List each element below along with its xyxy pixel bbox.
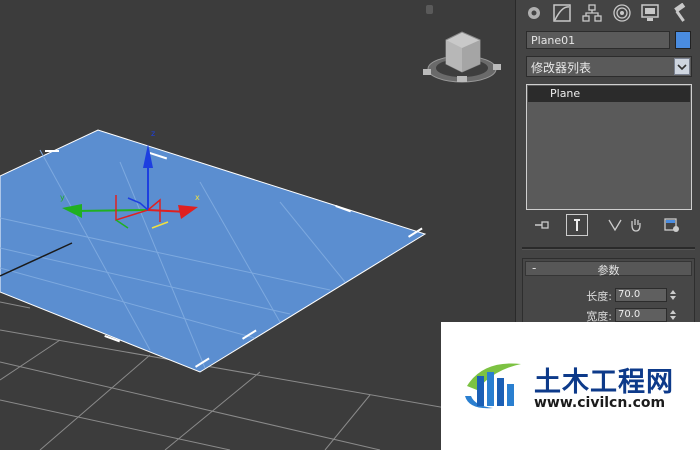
y-axis-line[interactable] (73, 209, 149, 212)
length-row: 长度: 70.0 (523, 288, 696, 304)
watermark-title: 土木工程网 (534, 367, 674, 398)
perspective-viewport[interactable]: z y x (0, 0, 515, 450)
parameters-title: 参数 (597, 264, 620, 277)
modify-tab[interactable] (549, 1, 575, 25)
hierarchy-icon (582, 4, 602, 22)
display-tab[interactable] (637, 1, 663, 25)
width-spinner[interactable] (669, 308, 677, 322)
pin-stack-icon[interactable] (531, 214, 553, 236)
watermark-url: www.civilcn.com (534, 395, 666, 411)
hammer-icon (674, 3, 686, 22)
motion-icon (613, 4, 631, 22)
modify-icon (553, 4, 571, 22)
home-icon[interactable] (426, 5, 433, 14)
object-color-swatch[interactable] (675, 31, 691, 49)
stack-item-label: Plane (550, 87, 581, 100)
display-icon (641, 4, 659, 21)
stack-item-plane[interactable]: Plane (528, 86, 690, 102)
hierarchy-tab[interactable] (579, 1, 605, 25)
x-axis-label: x (195, 193, 200, 202)
width-input[interactable]: 70.0 (615, 308, 667, 322)
modifier-stack[interactable]: Plane (526, 84, 692, 210)
create-tab[interactable] (521, 1, 547, 25)
viewcube-icon[interactable] (423, 31, 501, 83)
plane-object[interactable] (0, 129, 427, 373)
command-panel-tabs (516, 0, 700, 26)
stack-toolbar (516, 214, 700, 238)
configure-modifier-sets-icon[interactable] (661, 214, 683, 236)
modifier-list-label: 修改器列表 (531, 61, 592, 75)
z-axis-label: z (151, 129, 155, 138)
chevron-down-icon[interactable] (674, 58, 690, 75)
length-spinner[interactable] (669, 288, 677, 302)
civilcn-logo-icon (465, 363, 521, 409)
length-label: 长度: (586, 290, 612, 303)
watermark-logo: 土木工程网 www.civilcn.com (441, 322, 700, 450)
parameters-rollout: - 参数 长度: 70.0 宽度: 70.0 (522, 258, 695, 328)
object-name-input[interactable] (526, 31, 670, 49)
make-unique-icon[interactable] (604, 214, 626, 236)
utilities-tab[interactable] (667, 1, 693, 25)
parameters-rollout-header[interactable]: - 参数 (525, 261, 692, 277)
y-axis-label: y (60, 193, 65, 202)
viewport-scene: z y x (0, 5, 515, 450)
motion-tab[interactable] (609, 1, 635, 25)
panel-separator (522, 247, 695, 250)
show-end-result-icon[interactable] (566, 214, 588, 236)
remove-modifier-icon[interactable] (625, 214, 647, 236)
modifier-list-dropdown[interactable]: 修改器列表 (526, 56, 692, 77)
create-icon (528, 7, 540, 19)
length-input[interactable]: 70.0 (615, 288, 667, 302)
